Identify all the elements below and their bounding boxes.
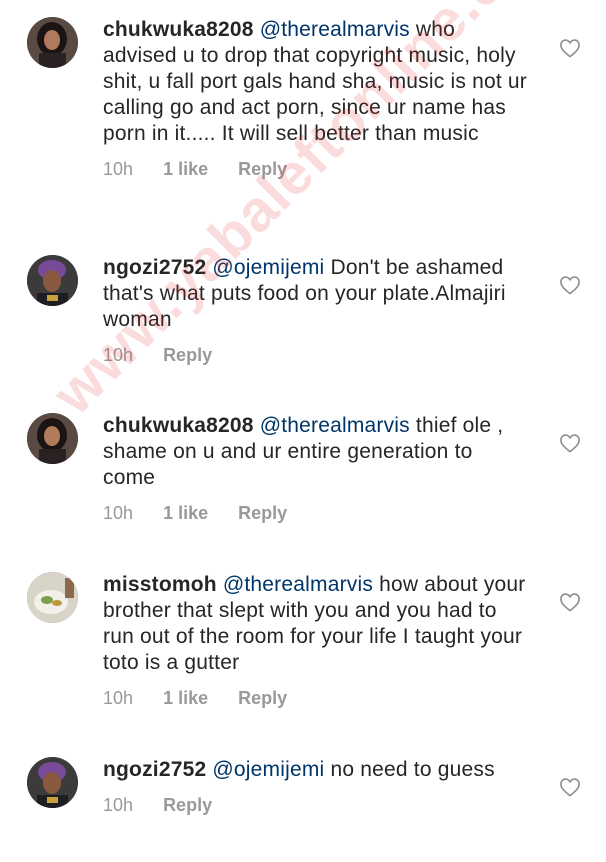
comment-mention[interactable]: @therealmarvis [223, 573, 373, 596]
comment-text: ngozi2752 @ojemijemi Don't be ashamed th… [103, 255, 528, 333]
reply-button[interactable]: Reply [238, 688, 287, 709]
like-heart-icon[interactable] [559, 433, 581, 453]
comment-likes[interactable]: 1 like [163, 159, 208, 180]
comment-text: misstomoh @therealmarvis how about your … [103, 572, 528, 676]
comment-meta: 10h 1 like Reply [103, 503, 528, 525]
comment-text: chukwuka8208 @therealmarvis thief ole , … [103, 413, 528, 491]
like-heart-icon[interactable] [559, 777, 581, 797]
comment-meta: 10h 1 like Reply [103, 159, 528, 181]
avatar[interactable] [27, 572, 78, 623]
comment-time: 10h [103, 688, 134, 708]
avatar[interactable] [27, 17, 78, 68]
comment-meta: 10h Reply [103, 345, 528, 367]
comment-meta: 10h Reply [103, 795, 528, 817]
avatar[interactable] [27, 413, 78, 464]
comment-mention[interactable]: @ojemijemi [212, 256, 324, 279]
reply-button[interactable]: Reply [163, 795, 212, 816]
like-heart-icon[interactable] [559, 592, 581, 612]
comment-time: 10h [103, 503, 134, 523]
comment-meta: 10h 1 like Reply [103, 688, 528, 710]
comment-time: 10h [103, 159, 134, 179]
comment-text: ngozi2752 @ojemijemi no need to guess [103, 757, 528, 783]
comment-time: 10h [103, 795, 134, 815]
reply-button[interactable]: Reply [163, 345, 212, 366]
comment-username[interactable]: chukwuka8208 [103, 18, 254, 41]
comment-time: 10h [103, 345, 134, 365]
comments-list: chukwuka8208 @therealmarvis who advised … [0, 0, 606, 862]
comment-message: no need to guess [330, 758, 495, 781]
comment-likes[interactable]: 1 like [163, 688, 208, 709]
reply-button[interactable]: Reply [238, 503, 287, 524]
comment-likes[interactable]: 1 like [163, 503, 208, 524]
profile-photo-icon [27, 17, 78, 68]
comment-username[interactable]: ngozi2752 [103, 256, 206, 279]
comment-mention[interactable]: @therealmarvis [260, 414, 410, 437]
profile-photo-icon [27, 757, 78, 808]
avatar[interactable] [27, 255, 78, 306]
comment-username[interactable]: chukwuka8208 [103, 414, 254, 437]
comment-username[interactable]: ngozi2752 [103, 758, 206, 781]
profile-photo-icon [27, 255, 78, 306]
like-heart-icon[interactable] [559, 38, 581, 58]
profile-photo-icon [27, 572, 78, 623]
profile-photo-icon [27, 413, 78, 464]
reply-button[interactable]: Reply [238, 159, 287, 180]
like-heart-icon[interactable] [559, 275, 581, 295]
comment-mention[interactable]: @therealmarvis [260, 18, 410, 41]
comment-text: chukwuka8208 @therealmarvis who advised … [103, 17, 528, 147]
comment-username[interactable]: misstomoh [103, 573, 217, 596]
comment-mention[interactable]: @ojemijemi [212, 758, 324, 781]
avatar[interactable] [27, 757, 78, 808]
